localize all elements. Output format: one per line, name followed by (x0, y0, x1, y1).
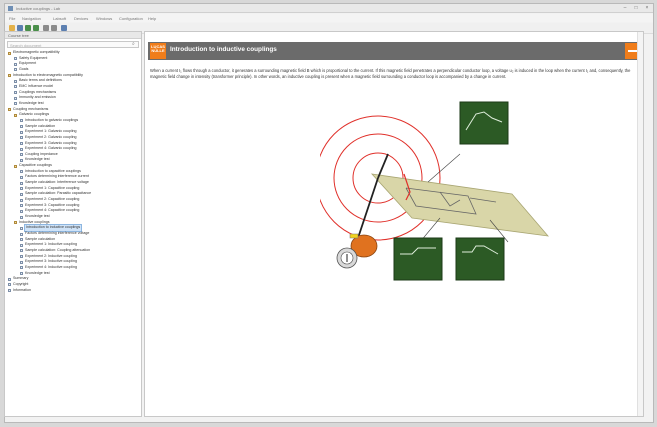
title-bar: Inductive couplings - Lab – □ × (5, 4, 653, 13)
menu-devices[interactable]: Devices (74, 16, 88, 21)
tree-item-label: Information (13, 287, 31, 292)
intro-paragraph: When a current I₁ flows through a conduc… (150, 68, 631, 80)
brand-logo-text: LUCAS NÜLLE (151, 44, 165, 53)
oscilloscope-left (393, 237, 443, 281)
page-icon (20, 243, 23, 247)
close-button[interactable]: × (642, 5, 652, 11)
page-icon (14, 102, 17, 106)
folder-icon (14, 221, 17, 225)
brand-logo: LUCAS NÜLLE (150, 43, 166, 59)
page-icon (14, 85, 17, 89)
page-icon (20, 266, 23, 270)
search-placeholder: Search document (10, 43, 42, 48)
folder-icon (14, 164, 17, 168)
page-icon (20, 158, 23, 162)
folder-icon (8, 74, 11, 78)
probe-line-top (427, 153, 461, 183)
content-pane: LUCAS NÜLLE Introduction to inductive co… (144, 31, 644, 417)
oscilloscope-right (455, 237, 505, 281)
course-tree-title: Course tree (8, 33, 29, 38)
page-icon (20, 125, 23, 129)
page-icon (8, 283, 11, 287)
page-icon (20, 215, 23, 219)
page-icon (20, 181, 23, 185)
course-tree: Electromagnetic compatibility Safety Equi… (5, 50, 141, 293)
page-icon (20, 119, 23, 123)
page-icon (20, 153, 23, 157)
current-source (336, 233, 378, 269)
menu-bar: File Navigation Labsoft Devices Windows … (5, 14, 653, 22)
inductive-coupling-illustration (320, 101, 549, 281)
menu-labsoft[interactable]: Labsoft (53, 16, 66, 21)
page-icon (20, 232, 23, 236)
page-icon (14, 62, 17, 66)
search-icon[interactable]: ⌕ (132, 42, 137, 47)
page-title: Introduction to inductive couplings (170, 46, 277, 53)
menu-file[interactable]: File (9, 16, 15, 21)
page-icon (20, 187, 23, 191)
page-icon (8, 277, 11, 281)
minimize-button[interactable]: – (620, 5, 630, 11)
page-icon (20, 198, 23, 202)
folder-icon (14, 113, 17, 117)
menu-windows[interactable]: Windows (96, 16, 112, 21)
page-icon (8, 289, 11, 293)
folder-icon (8, 108, 11, 112)
page-icon (20, 255, 23, 259)
app-icon (8, 6, 13, 11)
circuit-board (370, 173, 549, 237)
page-icon (20, 130, 23, 134)
page-icon (20, 147, 23, 151)
page-icon (14, 91, 17, 95)
menu-configuration[interactable]: Configuration (119, 16, 143, 21)
page-icon (20, 209, 23, 213)
page-icon (20, 260, 23, 264)
folder-icon (8, 51, 11, 55)
page-icon (14, 68, 17, 72)
page-icon (14, 79, 17, 83)
window-title: Inductive couplings - Lab (16, 6, 61, 11)
menu-navigation[interactable]: Navigation (22, 16, 41, 21)
menu-help[interactable]: Help (148, 16, 156, 21)
page-icon (20, 142, 23, 145)
page-icon (20, 272, 23, 276)
page-icon (20, 170, 23, 174)
content-scrollbar[interactable] (637, 32, 643, 416)
page-icon (20, 175, 23, 179)
page-icon (20, 136, 23, 140)
page-icon (20, 204, 23, 208)
search-input[interactable]: Search document ⌕ (7, 41, 139, 48)
course-tree-header: Course tree (5, 32, 141, 39)
page-icon (20, 226, 23, 230)
maximize-button[interactable]: □ (631, 5, 641, 11)
conductor-wire (357, 177, 379, 239)
tree-item[interactable]: Information (5, 288, 141, 294)
page-header: LUCAS NÜLLE Introduction to inductive co… (148, 42, 643, 60)
page-icon (20, 249, 23, 253)
page-icon (14, 96, 17, 100)
conductor-wire-top (377, 153, 389, 179)
course-tree-panel: Course tree Search document ⌕ Electromag… (4, 31, 142, 417)
page-icon (20, 238, 23, 242)
page-icon (14, 57, 17, 61)
oscilloscope-top (459, 101, 509, 145)
page-icon (20, 192, 23, 196)
